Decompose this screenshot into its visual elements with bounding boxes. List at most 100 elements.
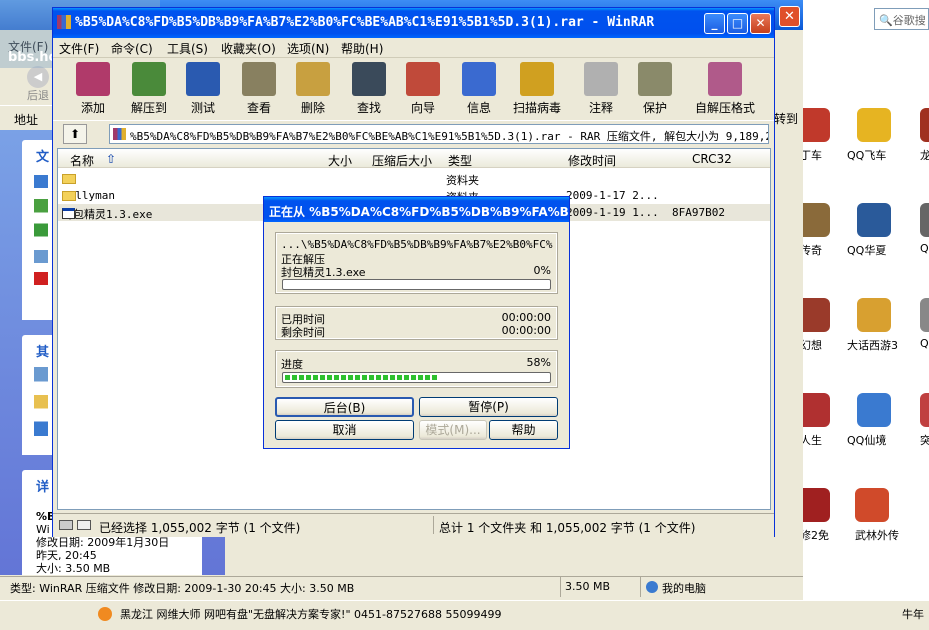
desktop-app-icon[interactable] (857, 203, 891, 237)
toolbar-label: 保护 (642, 101, 667, 115)
menu-item[interactable]: 收藏夹(O) (221, 40, 276, 57)
place-icons (34, 367, 48, 447)
archive-path-field[interactable]: %B5%DA%C8%FD%B5%DB%B9%FA%B7%E2%B0%FC%BE%… (109, 124, 769, 144)
menu-item[interactable]: 帮助(H) (341, 40, 383, 57)
toolbar-button[interactable]: 查找 (341, 60, 397, 116)
desktop-app-label: 武林外传 (855, 529, 899, 542)
close-button[interactable]: ✕ (750, 13, 771, 34)
desktop-app-icon[interactable] (857, 298, 891, 332)
progress-percent: 58% (526, 356, 551, 369)
menu-item[interactable]: 选项(N) (287, 40, 329, 57)
explorer-close-button[interactable]: ✕ (779, 6, 800, 27)
search-placeholder: 谷歌搜 (892, 14, 926, 27)
desktop-app-label: 幻想 (800, 339, 822, 352)
cancel-button[interactable]: 取消 (275, 420, 414, 440)
explorer-toolbar: ◀ 后退 (0, 65, 52, 105)
desktop-app-icon[interactable] (920, 298, 929, 332)
rar-file-icon (113, 128, 126, 140)
remaining-label: 剩余时间 (281, 326, 325, 339)
maximize-button[interactable]: □ (727, 13, 748, 34)
desktop-app-label: 大话西游3 (847, 339, 898, 352)
pause-button[interactable]: 暂停(P) (419, 397, 558, 417)
desktop-app-label: QQ华夏 (847, 244, 887, 257)
dialog-titlebar[interactable]: 正在从 %B5%DA%C8%FD%B5%DB%B9%FA%B7... (264, 197, 569, 222)
toolbar-label: 测试 (190, 101, 215, 115)
file-name: Sillyman (62, 189, 115, 202)
col-name[interactable]: 名称 (70, 152, 94, 169)
detail-time: 昨天, 20:45 (36, 549, 97, 562)
desktop-app-icon[interactable] (920, 203, 929, 237)
col-modified[interactable]: 修改时间 (568, 152, 616, 169)
menu-item[interactable]: 工具(S) (167, 40, 208, 57)
desktop-app-label: 传奇 (800, 244, 822, 257)
menu-item[interactable]: 命令(C) (111, 40, 153, 57)
desktop-app-icon[interactable] (857, 108, 891, 142)
col-size[interactable]: 大小 (328, 152, 352, 169)
toolbar-button[interactable]: 自解压格式 (685, 60, 765, 116)
toolbar-label: 查找 (356, 101, 381, 115)
menu-item[interactable]: 文件(F) (59, 40, 99, 57)
toolbar-button[interactable]: 解压到 (121, 60, 177, 116)
toolbar-label: 信息 (466, 101, 491, 115)
toolbar-button[interactable]: 向导 (395, 60, 451, 116)
desktop-app-icon[interactable] (857, 393, 891, 427)
status-divider (640, 577, 641, 597)
explorer-status-text: 类型: WinRAR 压缩文件 修改日期: 2009-1-30 20:45 大小… (10, 582, 355, 595)
mode-button: 模式(M)... (419, 420, 487, 440)
go-button[interactable]: 转到 (774, 110, 798, 127)
explorer-status-size: 3.50 MB (565, 580, 611, 593)
desktop-app-icon[interactable] (855, 488, 889, 522)
minimize-button[interactable]: _ (704, 13, 725, 34)
toolbar-icon (406, 62, 440, 96)
file-crc: 8FA97B02 (672, 206, 725, 219)
file-modified: 2009-1-17 2... (566, 189, 659, 202)
desktop-app-label: 人生 (800, 434, 822, 447)
col-packed[interactable]: 压缩后大小 (372, 152, 432, 169)
toolbar-button[interactable]: 信息 (451, 60, 507, 116)
file-row[interactable]: .. 资料夹 (58, 170, 770, 187)
toolbar-button[interactable]: 查看 (231, 60, 287, 116)
drive-icon (59, 520, 73, 530)
desktop-app-icon[interactable] (920, 108, 929, 142)
tray-clock: 牛年 (902, 608, 924, 621)
winrar-app-icon (57, 15, 71, 29)
toolbar-button[interactable]: 扫描病毒 (509, 60, 565, 116)
toolbar-button[interactable]: 注释 (573, 60, 629, 116)
file-list-header: 名称 ⇧ 大小 压缩后大小 类型 修改时间 CRC32 (58, 149, 770, 168)
search-icon: 🔍 (879, 14, 893, 27)
toolbar-icon (76, 62, 110, 96)
dialog-archive-path: ...\%B5%DA%C8%FD%B5%DB%B9%FA%B7%E2%B0%FC… (281, 238, 553, 251)
help-button[interactable]: 帮助 (489, 420, 558, 440)
winrar-menubar: 文件(F) 命令(C) 工具(S) 收藏夹(O) 选项(N) 帮助(H) (53, 38, 774, 58)
key-icon (77, 520, 91, 530)
status-selected: 已经选择 1,055,002 字节 (1 个文件) (99, 521, 301, 535)
news-ticker[interactable]: 黑龙江 网维大师 网吧有盘"无盘解决方案专家!" 0451-87527688 5… (120, 606, 501, 622)
toolbar-button[interactable]: 保护 (627, 60, 683, 116)
desktop-app-label: 修2免 (800, 529, 829, 542)
winrar-statusbar: 已经选择 1,055,002 字节 (1 个文件) 总计 1 个文件夹 和 1,… (53, 513, 774, 537)
toolbar-button[interactable]: 删除 (285, 60, 341, 116)
toolbar-icon (462, 62, 496, 96)
toolbar-icon (132, 62, 166, 96)
col-type[interactable]: 类型 (448, 152, 472, 169)
exe-file-icon (62, 208, 75, 219)
winrar-title-text: %B5%DA%C8%FD%B5%DB%B9%FA%B7%E2%B0%FC%BE%… (75, 15, 655, 30)
folder-icon (62, 174, 76, 184)
col-crc[interactable]: CRC32 (692, 152, 732, 166)
background-button[interactable]: 后台(B) (275, 397, 414, 417)
task-icons (34, 175, 48, 285)
taskbar: 黑龙江 网维大师 网吧有盘"无盘解决方案专家!" 0451-87527688 5… (0, 600, 929, 630)
search-box[interactable]: 🔍谷歌搜 (874, 8, 929, 30)
toolbar-icon (242, 62, 276, 96)
toolbar-button[interactable]: 添加 (65, 60, 121, 116)
toolbar-button[interactable]: 测试 (175, 60, 231, 116)
winrar-titlebar[interactable]: %B5%DA%C8%FD%B5%DB%B9%FA%B7%E2%B0%FC%BE%… (53, 8, 774, 38)
desktop-app-icon[interactable] (920, 393, 929, 427)
desktop-app-label: 丁车 (800, 149, 822, 162)
task-panel-head: 文 (36, 150, 50, 165)
elapsed-value: 00:00:00 (501, 311, 551, 324)
toolbar-label: 解压到 (130, 101, 167, 115)
back-arrow-icon[interactable]: ◀ (27, 66, 49, 88)
toolbar-icon (296, 62, 330, 96)
up-folder-button[interactable]: ⬆ (63, 124, 87, 144)
